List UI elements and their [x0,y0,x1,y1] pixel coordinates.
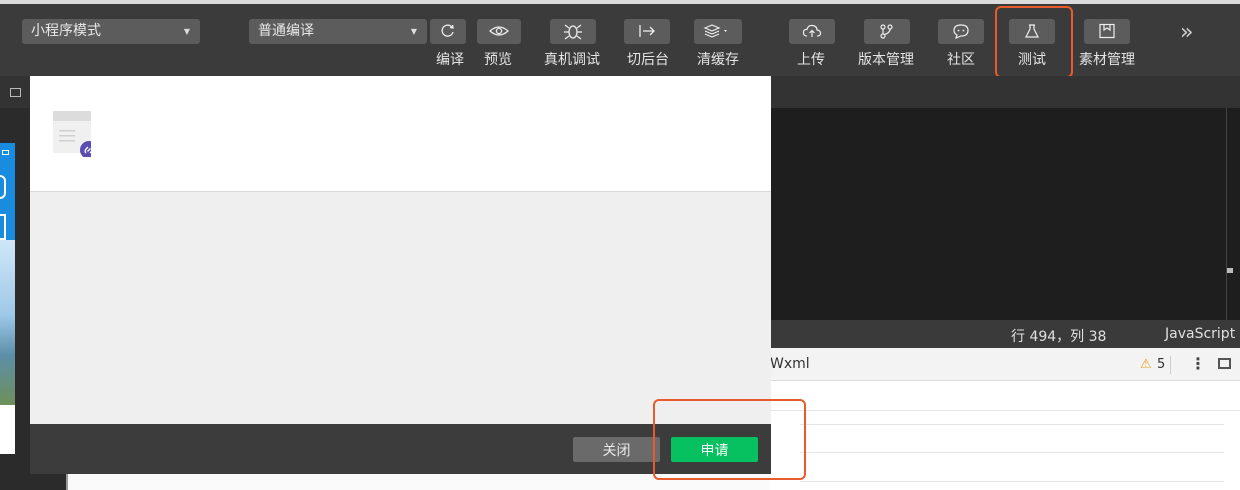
branch-icon [880,24,893,39]
community-button[interactable] [938,19,984,44]
compile-button[interactable] [430,19,466,44]
apply-button-highlight [653,399,806,480]
clear-cache-button[interactable] [694,19,742,44]
switch-background-label: 切后台 [627,52,669,68]
switch-background-button[interactable] [624,19,670,44]
mode-select[interactable]: 小程序模式 ▼ [22,19,200,44]
warning-icon[interactable]: ⚠ [1140,357,1152,372]
bookmark-box-icon [1099,23,1115,39]
warning-count[interactable]: 5 [1157,357,1165,372]
tab-wxml[interactable]: Wxml [770,356,810,372]
version-management-button[interactable] [864,19,910,44]
version-management-label: 版本管理 [858,52,914,68]
debug-row-divider [800,452,1224,453]
divider [1170,356,1171,374]
debug-row-divider [770,410,1240,411]
compile-mode-select[interactable]: 普通编译 ▼ [249,19,427,44]
bug-icon [564,24,582,40]
cloud-upload-icon [802,24,822,37]
upload-button[interactable] [789,19,835,44]
chevron-down-icon: ▼ [183,27,190,36]
compile-mode-value: 普通编译 [258,23,314,39]
mode-select-value: 小程序模式 [31,23,101,39]
dialog-header [30,76,771,192]
clear-cache-label: 清缓存 [697,52,739,68]
eye-icon [489,26,509,36]
window-icon[interactable] [10,88,21,97]
chat-bubble-icon [953,24,969,39]
test-label: 测试 [1018,52,1046,68]
flask-icon [1025,24,1039,38]
simulator-banner-image [0,240,15,405]
close-button[interactable]: 关闭 [573,437,660,462]
debug-row-divider [800,424,1224,425]
exit-arrow-icon [639,25,655,37]
simulator-content [0,405,15,454]
remote-debug-button[interactable] [550,19,596,44]
community-label: 社区 [947,52,975,68]
dock-icon[interactable] [1218,358,1231,369]
code-editor[interactable] [770,108,1240,320]
language-mode[interactable]: JavaScript [1165,326,1235,342]
debug-row-divider [800,481,1224,482]
assets-management-button[interactable] [1084,19,1130,44]
preview-button[interactable] [477,19,521,44]
scan-icon [0,214,6,240]
more-vertical-icon[interactable]: ⋮ [1190,354,1206,373]
capsule-icon [0,175,6,199]
compile-label: 编译 [436,52,464,68]
layers-icon [703,24,727,38]
refresh-icon [441,24,454,37]
upload-label: 上传 [797,52,825,68]
assets-management-label: 素材管理 [1079,52,1135,68]
mini-program-document-icon [53,111,91,157]
test-button[interactable] [1009,19,1055,44]
preview-label: 预览 [484,52,512,68]
cursor-position[interactable]: 行 494，列 38 [1011,326,1106,346]
battery-icon [2,150,9,155]
editor-scrollbar[interactable] [1226,108,1227,320]
more-tools-icon[interactable]: » [1180,20,1193,45]
remote-debug-label: 真机调试 [544,52,600,68]
minimap-marker [1227,268,1233,273]
chevron-down-icon: ▼ [410,27,417,36]
window-top-edge [0,0,1240,4]
